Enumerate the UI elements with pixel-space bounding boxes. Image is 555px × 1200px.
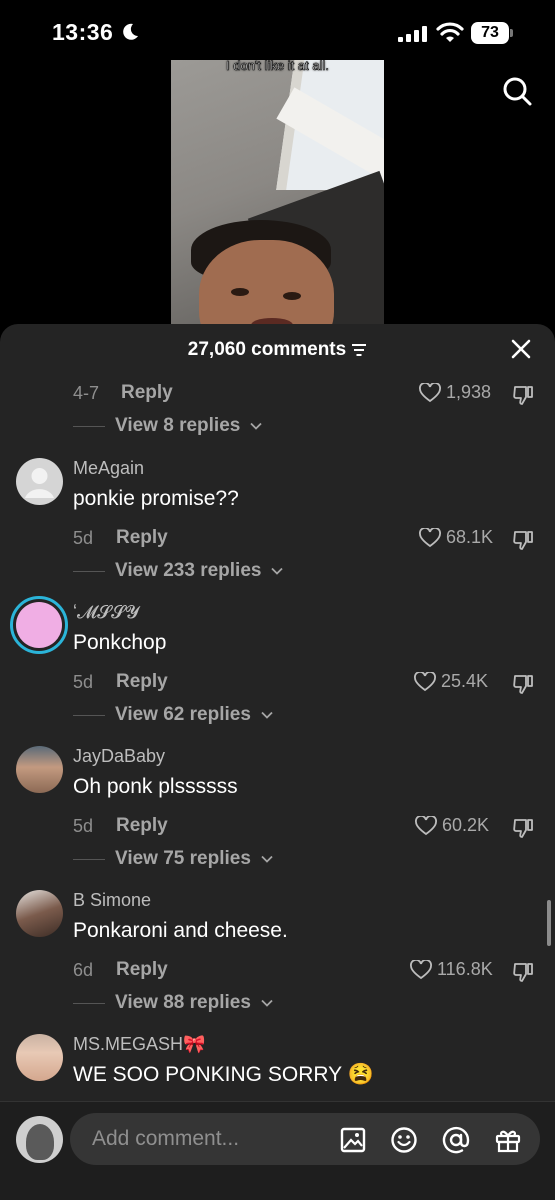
reply-button[interactable]: Reply	[116, 959, 168, 981]
battery-nub	[510, 29, 513, 37]
reply-button[interactable]: Reply	[121, 382, 173, 404]
reply-button[interactable]: Reply	[116, 815, 168, 837]
avatar[interactable]	[16, 458, 63, 505]
video-caption: I don't like it at all.	[226, 60, 330, 73]
gift-icon[interactable]	[494, 1126, 522, 1154]
dislike-icon[interactable]	[511, 528, 535, 552]
status-time: 13:36	[52, 19, 114, 45]
replies-divider	[73, 1002, 105, 1004]
like-button[interactable]: 1,938	[419, 382, 491, 403]
like-button[interactable]: 60.2K	[415, 815, 489, 836]
default-avatar-icon	[25, 468, 54, 498]
comment-count-label: 27,060 comments	[187, 339, 347, 360]
sort-icon[interactable]	[351, 343, 367, 357]
comment-username[interactable]: JayDaBaby	[73, 746, 165, 767]
dislike-icon[interactable]	[511, 383, 535, 407]
comment-date: 6d	[73, 960, 94, 980]
comment-username[interactable]: MS.MEGASH🎀	[73, 1034, 205, 1055]
comment-text: WE SOO PONKING SORRY 😫	[73, 1063, 374, 1086]
image-icon[interactable]	[339, 1126, 367, 1154]
like-button[interactable]: 25.4K	[414, 671, 488, 692]
dislike-icon[interactable]	[511, 672, 535, 696]
view-replies-button[interactable]: View 8 replies	[73, 415, 262, 437]
comment-username[interactable]: B Simone	[73, 890, 151, 911]
view-replies-label: View 75 replies	[115, 848, 251, 869]
replies-divider	[73, 858, 105, 860]
comment-text: Oh ponk plssssss	[73, 775, 238, 798]
heart-icon	[419, 382, 441, 402]
comments-sheet: 27,060 comments 4-7 Reply 1,938 View 8 r…	[0, 324, 555, 1200]
video-eye	[283, 292, 301, 300]
like-count: 116.8K	[437, 959, 493, 979]
comment-text: ponkie promise??	[73, 487, 239, 510]
view-replies-button[interactable]: View 75 replies	[73, 848, 273, 870]
replies-divider	[73, 714, 105, 716]
like-button[interactable]: 68.1K	[419, 527, 493, 548]
wifi-icon	[436, 22, 464, 42]
comment-text: Ponkaroni and cheese.	[73, 919, 288, 942]
replies-divider	[73, 425, 105, 427]
comment-text: Ponkchop	[73, 631, 167, 654]
heart-icon	[419, 527, 441, 547]
video-preview[interactable]: I don't like it at all.	[171, 60, 384, 330]
avatar[interactable]	[16, 746, 63, 793]
like-count: 25.4K	[441, 671, 489, 691]
avatar[interactable]	[16, 890, 63, 937]
replies-divider	[73, 570, 105, 572]
signal-icon	[398, 26, 427, 42]
status-bar: 13:36 73	[0, 0, 555, 62]
avatar-silhouette	[26, 1124, 54, 1160]
dislike-icon[interactable]	[511, 960, 535, 984]
comment-date: 5d	[73, 672, 94, 692]
like-button[interactable]: 116.8K	[410, 959, 493, 980]
heart-icon	[414, 671, 436, 691]
comment-count[interactable]: 27,060 comments	[0, 339, 555, 361]
view-replies-label: View 62 replies	[115, 704, 251, 725]
like-count: 60.2K	[442, 815, 490, 835]
view-replies-label: View 233 replies	[115, 560, 262, 581]
comment-username[interactable]: MeAgain	[73, 458, 144, 479]
search-icon[interactable]	[500, 74, 534, 108]
view-replies-button[interactable]: View 88 replies	[73, 992, 273, 1014]
close-icon[interactable]	[510, 338, 532, 360]
emoji-icon[interactable]	[390, 1126, 418, 1154]
scrollbar[interactable]	[547, 900, 551, 946]
battery-level: 73	[471, 22, 509, 44]
view-replies-button[interactable]: View 233 replies	[73, 560, 284, 582]
current-user-avatar	[16, 1116, 63, 1163]
like-count: 68.1K	[446, 527, 494, 547]
comment-username[interactable]: ʻ𝓜𝓢𝓢𝓨	[73, 602, 139, 623]
comment-date: 4-7	[73, 383, 100, 403]
chevron-down-icon	[261, 711, 273, 719]
mention-icon[interactable]	[442, 1126, 470, 1154]
view-replies-label: View 88 replies	[115, 992, 251, 1013]
chevron-down-icon	[250, 422, 262, 430]
battery-indicator: 73	[471, 22, 513, 44]
reply-button[interactable]: Reply	[116, 671, 168, 693]
reply-button[interactable]: Reply	[116, 527, 168, 549]
heart-icon	[410, 959, 432, 979]
heart-icon	[415, 815, 437, 835]
comment-date: 5d	[73, 816, 94, 836]
video-eye	[231, 288, 249, 296]
chevron-down-icon	[271, 567, 284, 575]
like-count: 1,938	[446, 382, 492, 402]
moon-icon	[123, 23, 138, 40]
dislike-icon[interactable]	[511, 816, 535, 840]
avatar[interactable]	[10, 596, 68, 654]
avatar[interactable]	[16, 1034, 63, 1081]
view-replies-button[interactable]: View 62 replies	[73, 704, 273, 726]
chevron-down-icon	[261, 999, 273, 1007]
video-face	[199, 240, 334, 330]
comment-date: 5d	[73, 528, 94, 548]
comment-input-bar	[0, 1101, 555, 1200]
sheet-header: 27,060 comments	[0, 324, 555, 376]
view-replies-label: View 8 replies	[115, 415, 241, 436]
chevron-down-icon	[261, 855, 273, 863]
avatar-image	[16, 602, 62, 648]
